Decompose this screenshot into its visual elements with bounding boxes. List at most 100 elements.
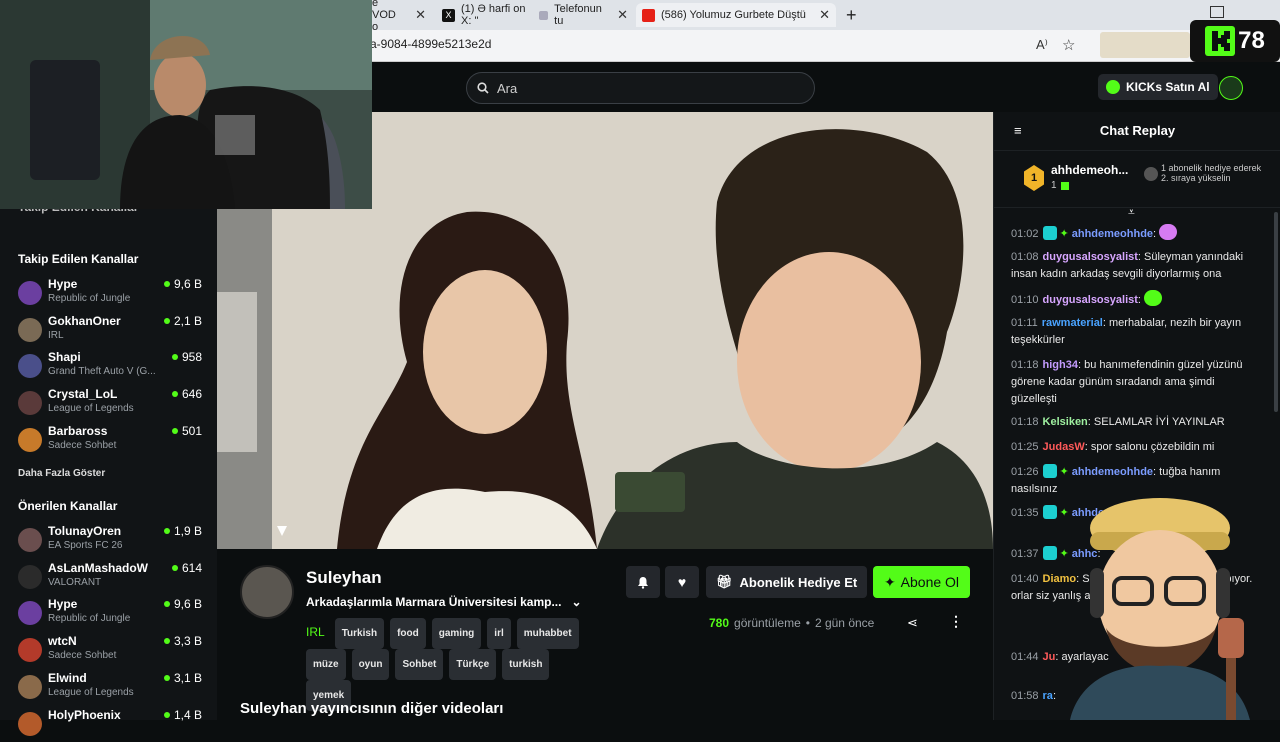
view-stats: 780 görüntüleme • 2 gün önce [709,616,874,630]
message-username[interactable]: duygusalsosyalist [1043,294,1138,306]
viewer-count-value: 3,1 B [173,670,202,685]
video-title-row: Arkadaşlarımla Marmara Üniversitesi kamp… [306,595,582,609]
tag-chip[interactable]: muhabbet [516,618,579,649]
more-videos-heading: Suleyhan yayıncısının diğer videoları [240,700,504,717]
buy-kicks-label: KICKs Satın Al [1126,80,1210,94]
browser-tab[interactable]: e VOD o ✕ [366,0,432,33]
tag-chip[interactable]: Turkish [334,618,385,649]
tag-chip[interactable]: turkish [502,649,550,680]
tag-chip[interactable]: oyun [351,649,390,680]
channel-category: League of Legends [48,403,134,415]
follow-heart-button[interactable]: ♥ [665,566,699,598]
sparkle-badge-icon: ✦ [1059,228,1069,240]
sidebar-channel-item[interactable]: GokhanOner IRL 2,1 B [18,314,208,348]
subscriber-badge-icon [1042,226,1057,240]
browser-tab[interactable]: (586) Yolumuz Gurbete Düştü - Yo ✕ [636,3,836,27]
search-input[interactable]: Ara [466,72,815,104]
favorite-star-icon[interactable]: ☆ [1062,36,1075,54]
sidebar-channel-item[interactable]: Hype Republic of Jungle 9,6 B [18,277,208,311]
viewer-count-value: 1,9 B [173,524,202,538]
close-tab-icon[interactable]: ✕ [819,7,830,23]
chat-message: 01:18 Kelsiken: SELAMLAR İYİ YAYINLAR [1011,416,1225,428]
emote-icon [1159,224,1178,240]
channel-name: AsLanMashadoW [48,560,149,575]
gift-hint-icon [1144,167,1158,181]
tag-chip[interactable]: Türkçe [449,649,497,680]
subscriber-badge-icon [1042,464,1057,478]
read-aloud-icon[interactable]: A⁾ [1036,37,1048,53]
browser-tab[interactable]: X (1) Ə harfi on X: " Telefonun tu ✕ [436,3,634,27]
tags-row: IRL Turkish food gaming irl muhabbet müze oyun S… [306,618,586,711]
message-username[interactable]: duygusalsosyalist [1043,251,1138,263]
viewer-count-value: 2,1 B [173,313,202,328]
user-avatar[interactable] [1219,76,1243,100]
tag-chip[interactable]: gaming [431,618,482,649]
chevron-down-icon[interactable]: ⌄ [571,595,581,609]
channel-name: Hype [48,277,78,291]
channel-avatar[interactable] [240,565,294,619]
category-link[interactable]: IRL [306,625,325,639]
message-username[interactable]: rawmaterial [1042,317,1103,329]
show-more-link[interactable]: Daha Fazla Göster [18,468,105,479]
gift-subscription-button[interactable]: 🎁︎ Abonelik Hediye Et [706,566,868,598]
sidebar-channel-item[interactable]: TolunayOren EA Sports FC 26 1,9 B [18,524,208,558]
channel-name[interactable]: Suleyhan [306,568,382,588]
scroll-to-bottom-icon[interactable]: ⩡ [1128,205,1135,220]
sidebar-channel-item[interactable]: Elwind League of Legends 3,1 B [18,671,208,705]
sidebar-channel-item[interactable]: Shapi Grand Theft Auto V (G... 958 [18,350,208,384]
share-icon[interactable]: ⋖ [907,615,918,631]
message-time: 01:35 [1011,507,1039,519]
channel-name: Barbaross [48,423,108,438]
viewer-count: 501 [171,423,202,438]
viewer-count: 646 [171,387,202,401]
channel-avatar [18,528,42,552]
search-placeholder: Ara [497,80,518,96]
sidebar-channel-item[interactable]: HolyPhoenix 1,4 B [18,708,208,742]
sparkle-icon: ✦ [883,573,896,590]
leaderboard-count: 1 [1051,180,1057,191]
tag-chip[interactable]: irl [487,618,511,649]
message-username[interactable]: Kelsiken [1043,416,1088,428]
sidebar-channel-item[interactable]: Crystal_LoL League of Legends 646 [18,387,208,421]
sparkle-badge-icon: ✦ [1059,466,1069,478]
notification-bell-button[interactable] [626,566,660,598]
search-icon [477,82,489,94]
new-tab-button[interactable]: + [840,3,863,27]
message-time: 01:11 [1011,317,1038,329]
channel-category: League of Legends [48,686,134,698]
live-dot-icon [163,601,170,608]
message-time: 01:18 [1011,416,1039,428]
channel-category: Sadece Sohbet [48,650,117,662]
message-username[interactable]: high34 [1043,359,1078,371]
message-time: 01:10 [1011,294,1039,306]
chat-message: 01:08 duygusalsosyalist: Süleyman yanında… [1011,251,1244,280]
channel-category: Grand Theft Auto V (G... [48,366,156,378]
message-time: 01:02 [1011,228,1039,240]
message-username[interactable]: JudasW [1043,441,1085,453]
live-dot-icon [171,354,178,361]
sidebar-channel-item[interactable]: wtcN Sadece Sohbet 3,3 B [18,634,208,668]
chat-scrollbar[interactable] [1274,212,1278,412]
viewer-count-value: 501 [181,423,202,438]
message-username[interactable]: ahhdemeohhde [1072,228,1153,240]
tag-chip[interactable]: food [390,618,426,649]
more-options-icon[interactable]: ⋮ [949,613,963,630]
sidebar-channel-item[interactable]: Hype Republic of Jungle 9,6 B [18,597,208,631]
close-tab-icon[interactable]: ✕ [617,7,628,23]
buy-kicks-button[interactable]: KICKs Satın Al [1098,74,1218,100]
subscribe-button[interactable]: ✦ Abone Ol [873,566,970,598]
channel-avatar [18,711,42,736]
tag-chip[interactable]: müze [306,649,346,680]
leaderboard-user[interactable]: ahhdemeoh... [1051,163,1128,177]
maximize-icon[interactable] [1210,6,1224,18]
close-tab-icon[interactable]: ✕ [415,7,426,23]
tag-chip[interactable]: Sohbet [395,649,444,680]
channel-avatar [18,317,42,342]
sidebar-channel-item[interactable]: Barbaross Sadece Sohbet 501 [18,424,208,458]
viewer-count: 9,6 B [163,597,202,611]
sidebar-channel-item[interactable]: AsLanMashadoW VALORANT 614 [18,561,208,595]
message-time: 01:44 [1011,651,1039,663]
message-username[interactable]: ahhdemeohhde [1072,466,1153,478]
message-time: 01:26 [1011,466,1039,478]
video-title: Arkadaşlarımla Marmara Üniversitesi kamp… [306,595,562,609]
